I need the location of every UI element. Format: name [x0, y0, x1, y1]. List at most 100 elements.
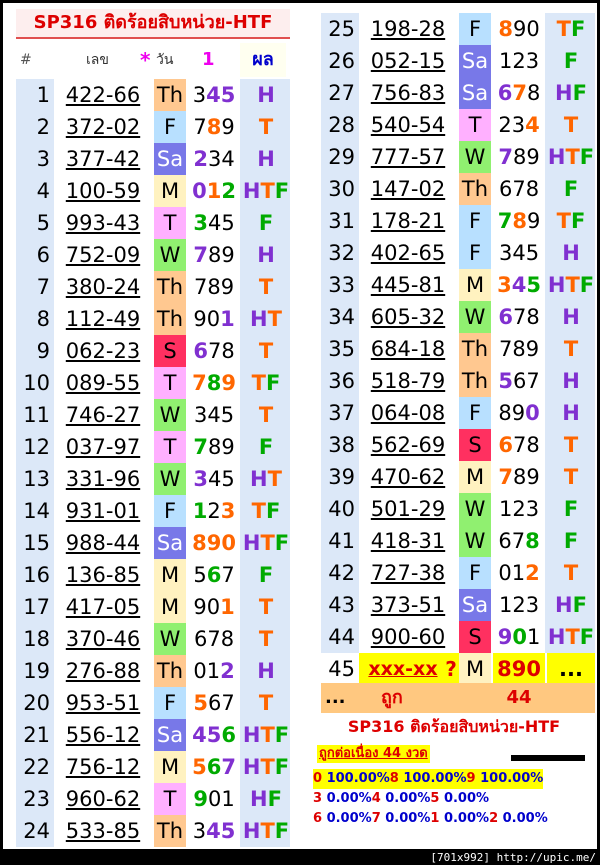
table-row: 24 533-85 Th 345 HTF — [16, 815, 290, 847]
result-letter: F — [258, 563, 274, 587]
digit: 8 — [220, 627, 235, 651]
result-letter: F — [572, 593, 587, 617]
row-digits: 123 — [493, 45, 545, 77]
digit: 5 — [526, 273, 541, 297]
row-day: S — [459, 429, 491, 461]
percent-digit: 4 — [371, 791, 381, 806]
row-number: 30 — [328, 177, 355, 201]
result-letter: T — [258, 115, 274, 139]
row-result: F — [547, 525, 595, 557]
row-digits: 678 — [188, 623, 240, 655]
digit: 8 — [192, 531, 207, 555]
row-day: M — [154, 591, 186, 623]
digit: 6 — [193, 339, 208, 363]
result-letter: H — [547, 625, 566, 649]
summary-count: 44 — [506, 687, 532, 708]
row-number: 19 — [23, 659, 50, 683]
digit: 9 — [525, 337, 540, 361]
digit: 5 — [221, 211, 235, 235]
percent-value: 0.00% — [380, 811, 431, 826]
result-letter: T — [260, 819, 275, 843]
result-letter: H — [257, 147, 275, 171]
digit: 7 — [511, 529, 526, 553]
digit: 8 — [221, 339, 235, 363]
row-digits: 890 — [493, 397, 545, 429]
table-header: # เลข * วัน 1 ผล — [16, 43, 290, 77]
row-number: 12 — [23, 435, 50, 459]
table-row: 41 418-31 W 678 F — [321, 525, 595, 557]
row-code: 931-01 — [65, 499, 141, 523]
row-digits: 678 — [493, 173, 545, 205]
table-row: 16 136-85 M 567 F — [16, 559, 290, 591]
row-result: T — [242, 335, 290, 367]
table-row: 10 089-55 T 789 TF — [16, 367, 290, 399]
row-day: Th — [459, 365, 491, 397]
digit: 0 — [526, 657, 541, 681]
row-result: HTF — [242, 815, 290, 847]
digit: 3 — [193, 403, 208, 427]
digit: 8 — [498, 17, 513, 41]
table-row: 29 777-57 W 789 HTF — [321, 141, 595, 173]
row-result: T — [242, 687, 290, 719]
row-day: W — [459, 141, 491, 173]
result-letter: F — [570, 17, 586, 41]
table-row: 14 931-01 F 123 TF — [16, 495, 290, 527]
row-code: 062-23 — [65, 339, 141, 363]
row-code: 960-62 — [65, 787, 141, 811]
row-day: F — [459, 13, 491, 45]
row-result: T — [242, 399, 290, 431]
digit: 7 — [498, 337, 513, 361]
row-digits: 567 — [188, 687, 240, 719]
row-digits: 012 — [188, 175, 240, 207]
result-letter: T — [258, 339, 274, 363]
row-digits: 345 — [188, 79, 240, 111]
table-row: 25 198-28 F 890 TF — [321, 13, 595, 45]
digit: 8 — [498, 401, 512, 425]
summary-correct: ถูก — [381, 687, 403, 708]
row-number: 24 — [23, 819, 50, 843]
digit: 1 — [498, 49, 513, 73]
row-number: 37 — [328, 401, 355, 425]
row-digits: 567 — [188, 559, 240, 591]
row-day: T — [154, 783, 186, 815]
digit: 4 — [206, 83, 221, 107]
digit: 5 — [221, 467, 235, 491]
digit: 4 — [192, 723, 207, 747]
table-row: 32 402-65 F 345 H — [321, 237, 595, 269]
row-result: H — [547, 301, 595, 333]
row-result: TF — [547, 13, 595, 45]
row-number: 44 — [328, 625, 355, 649]
percent-value: 0.00% — [380, 791, 431, 806]
row-result: F — [242, 431, 290, 463]
result-letter: F — [265, 499, 281, 523]
row-number: 11 — [23, 403, 50, 427]
result-letter: H — [555, 81, 573, 105]
percent-line: 3 0.00%4 0.00%5 0.00% — [313, 789, 489, 809]
table-row: 8 112-49 Th 901 HT — [16, 303, 290, 335]
row-code: 147-02 — [370, 177, 446, 201]
table-row: 21 556-12 Sa 456 HTF — [16, 719, 290, 751]
digit: 7 — [512, 81, 527, 105]
digit: 6 — [206, 563, 222, 587]
row-result: TF — [242, 367, 290, 399]
digit: 2 — [193, 147, 208, 171]
row-digits: 789 — [188, 431, 240, 463]
summary-dots: ... — [325, 687, 346, 708]
row-code: 727-38 — [370, 561, 446, 585]
row-result: HTF — [547, 269, 595, 301]
result-letter: H — [242, 531, 261, 555]
table-row: 9 062-23 S 678 T — [16, 335, 290, 367]
digit: 5 — [220, 403, 235, 427]
digit: 5 — [220, 83, 236, 107]
digit: 0 — [498, 561, 512, 585]
result-letter: F — [274, 531, 290, 555]
row-result: T — [242, 271, 290, 303]
row-day: T — [154, 367, 186, 399]
header-result: ผล — [240, 43, 286, 77]
digit: 3 — [525, 497, 540, 521]
row-code: 556-12 — [65, 723, 141, 747]
digit: 3 — [193, 211, 208, 235]
digit: 2 — [220, 659, 235, 683]
row-number: 16 — [23, 563, 50, 587]
row-day: M — [154, 751, 186, 783]
